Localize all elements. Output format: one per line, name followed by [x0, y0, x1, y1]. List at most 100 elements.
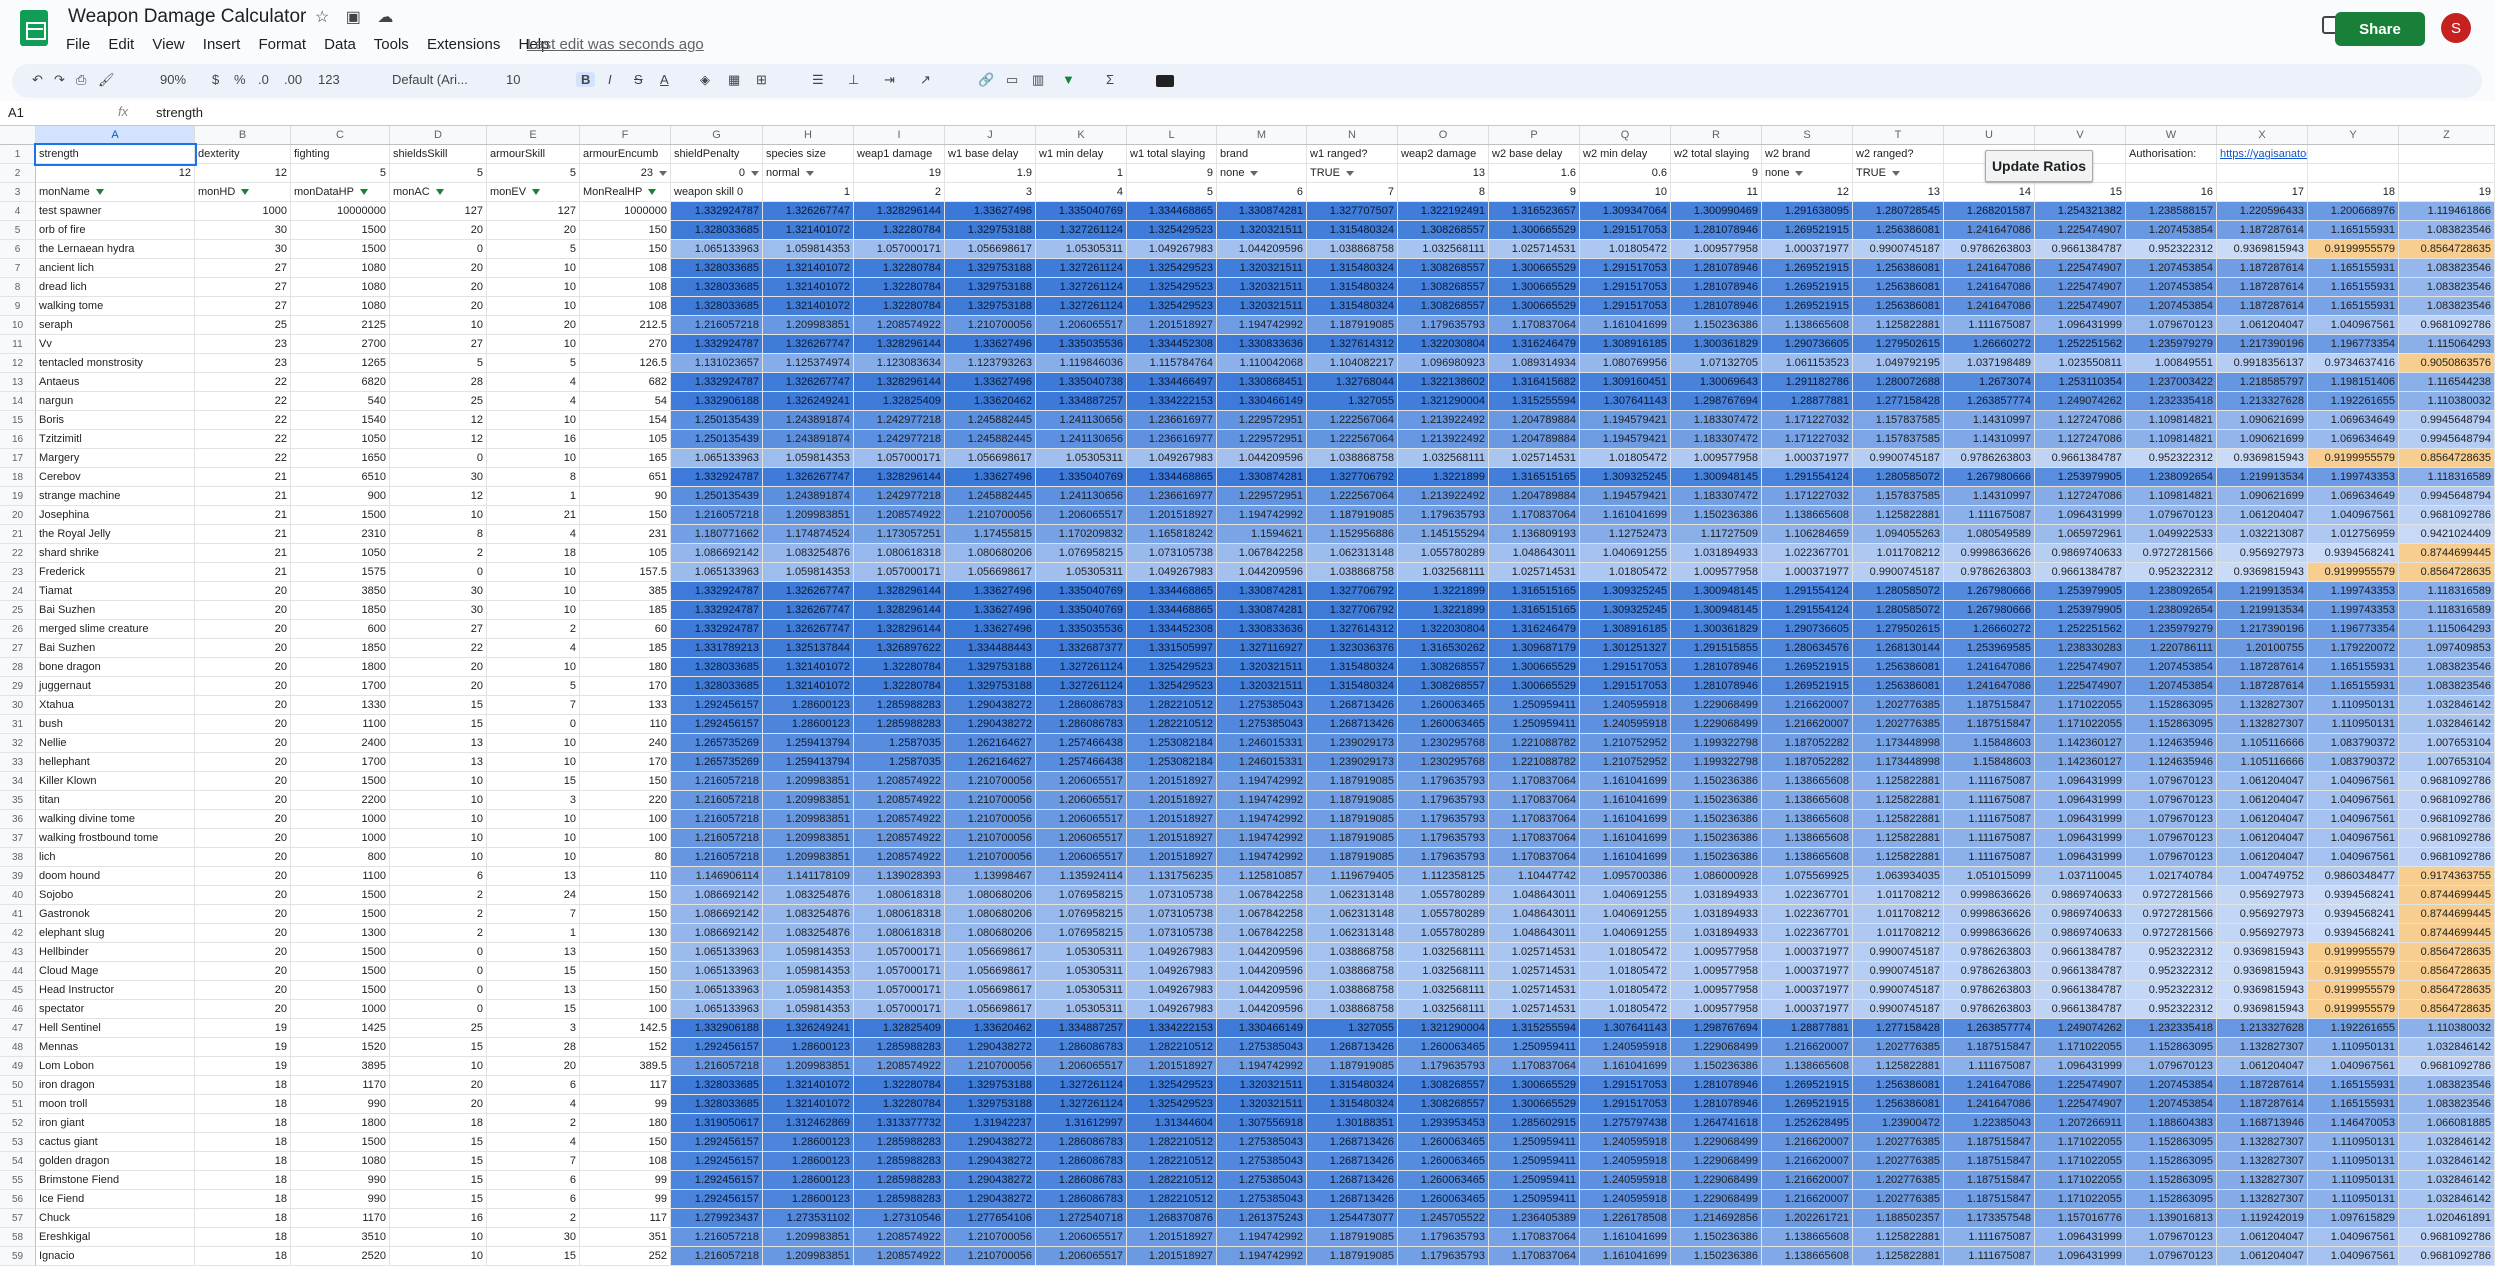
monster-ac-cell[interactable]: 0 [390, 981, 487, 1000]
ratio-cell[interactable]: 1.161041699 [1580, 506, 1671, 525]
monster-hd-cell[interactable]: 20 [195, 677, 291, 696]
ratio-cell[interactable]: 1.232335418 [2126, 392, 2217, 411]
monster-hd-cell[interactable]: 18 [195, 1228, 291, 1247]
monster-name-cell[interactable]: shard shrike [36, 544, 195, 563]
ratio-cell[interactable]: 1.322138602 [1398, 373, 1489, 392]
ratio-cell[interactable]: 1.187919085 [1307, 848, 1398, 867]
ratio-cell[interactable]: 1.268713426 [1307, 1133, 1398, 1152]
monster-name-cell[interactable]: Cerebov [36, 468, 195, 487]
filter-icon[interactable] [435, 189, 444, 196]
select-all-corner[interactable] [0, 126, 36, 144]
ratio-cell[interactable]: 1.325429523 [1127, 677, 1217, 696]
ratio-cell[interactable]: 1.316246479 [1489, 620, 1580, 639]
ratio-cell[interactable]: 1.083823546 [2399, 677, 2495, 696]
ratio-cell[interactable]: 1.219913534 [2217, 468, 2308, 487]
monster-ac-cell[interactable]: 10 [390, 1247, 487, 1266]
ratio-cell[interactable]: 1.329753188 [945, 658, 1036, 677]
ratio-cell[interactable]: 1.038868758 [1307, 981, 1398, 1000]
ratio-cell[interactable]: 1.061204047 [2217, 848, 2308, 867]
ratio-cell[interactable]: 1.315480324 [1307, 658, 1398, 677]
ratio-cell[interactable]: 1.125810857 [1217, 867, 1307, 886]
param-cell[interactable]: 23 [580, 164, 671, 183]
ratio-cell[interactable]: 1.207453854 [2126, 677, 2217, 696]
monster-name-cell[interactable]: Vv [36, 335, 195, 354]
ratio-cell[interactable]: 1.079670123 [2126, 1057, 2217, 1076]
monster-hd-cell[interactable]: 18 [195, 1190, 291, 1209]
increase-decimal-button[interactable]: .00 [284, 72, 302, 87]
ratio-cell[interactable]: 1.292456157 [671, 1171, 763, 1190]
ratio-cell[interactable]: 1.161041699 [1580, 1228, 1671, 1247]
borders-icon[interactable]: ▦ [728, 72, 740, 88]
ratio-cell[interactable]: 1.080680206 [945, 886, 1036, 905]
ratio-cell[interactable]: 1.280634576 [1762, 639, 1853, 658]
ratio-cell[interactable]: 1.165155931 [2308, 658, 2399, 677]
row-header[interactable]: 6 [0, 240, 36, 259]
monster-hd-cell[interactable]: 20 [195, 905, 291, 924]
ratio-cell[interactable]: 1.174874524 [763, 525, 854, 544]
ratio-cell[interactable]: 1.309325245 [1580, 582, 1671, 601]
ratio-cell[interactable]: 0.9681092786 [2399, 772, 2495, 791]
param-cell[interactable]: none [1217, 164, 1307, 183]
ratio-cell[interactable]: 1.000371977 [1762, 962, 1853, 981]
ratio-cell[interactable]: 1.165818242 [1127, 525, 1217, 544]
ratio-cell[interactable]: 1.328296144 [854, 620, 945, 639]
monster-name-cell[interactable]: seraph [36, 316, 195, 335]
monster-ac-cell[interactable]: 20 [390, 221, 487, 240]
param-cell[interactable]: 0 [671, 164, 763, 183]
ratio-cell[interactable]: 1.049792195 [1853, 354, 1944, 373]
ratio-cell[interactable]: 1.076958215 [1036, 886, 1127, 905]
ratio-cell[interactable]: 1.040967561 [2308, 506, 2399, 525]
monster-real-hp-cell[interactable]: 108 [580, 259, 671, 278]
monster-hp-cell[interactable]: 1265 [291, 354, 390, 373]
monster-real-hp-cell[interactable]: 212.5 [580, 316, 671, 335]
filter-icon[interactable] [359, 189, 368, 196]
ratio-cell[interactable]: 1.096431999 [2035, 316, 2126, 335]
ratio-cell[interactable]: 0.9369815943 [2217, 240, 2308, 259]
ratio-cell[interactable]: 1.217390196 [2217, 620, 2308, 639]
ratio-cell[interactable]: 1.032846142 [2399, 1133, 2495, 1152]
ratio-cell[interactable]: 1.183307472 [1671, 430, 1762, 449]
ratio-cell[interactable]: 1.1594621 [1217, 525, 1307, 544]
monster-hd-cell[interactable]: 21 [195, 506, 291, 525]
ratio-cell[interactable]: 1.090621699 [2217, 487, 2308, 506]
ratio-cell[interactable]: 1.202261721 [1762, 1209, 1853, 1228]
ratio-cell[interactable]: 1.250959411 [1489, 1190, 1580, 1209]
ratio-cell[interactable]: 1.30188351 [1307, 1114, 1398, 1133]
ratio-cell[interactable]: 0.956927973 [2217, 544, 2308, 563]
monster-ev-cell[interactable]: 20 [487, 221, 580, 240]
ratio-cell[interactable]: 1.253969585 [1944, 639, 2035, 658]
ratio-cell[interactable]: 0.9900745187 [1853, 563, 1944, 582]
ratio-cell[interactable]: 1.250135439 [671, 411, 763, 430]
monster-hp-cell[interactable]: 1500 [291, 981, 390, 1000]
monster-ev-cell[interactable]: 2 [487, 1209, 580, 1228]
ratio-cell[interactable]: 1.065133963 [671, 1000, 763, 1019]
ratio-cell[interactable]: 1.040967561 [2308, 772, 2399, 791]
ratio-cell[interactable]: 1.226178508 [1580, 1209, 1671, 1228]
row-header[interactable]: 31 [0, 715, 36, 734]
ratio-cell[interactable]: 1.131023657 [671, 354, 763, 373]
monster-name-cell[interactable]: tentacled monstrosity [36, 354, 195, 373]
ratio-cell[interactable]: 1.326267747 [763, 601, 854, 620]
monster-name-cell[interactable]: bone dragon [36, 658, 195, 677]
monster-ev-cell[interactable]: 6 [487, 1076, 580, 1095]
ratio-cell[interactable]: 1.300361829 [1671, 335, 1762, 354]
monster-name-cell[interactable]: Cloud Mage [36, 962, 195, 981]
ratio-cell[interactable]: 1.096980923 [1398, 354, 1489, 373]
column-label-cell[interactable]: 18 [2308, 183, 2399, 202]
monster-ev-cell[interactable]: 10 [487, 810, 580, 829]
ratio-cell[interactable]: 1.020461891 [2399, 1209, 2495, 1228]
ratio-cell[interactable]: 1.241647086 [1944, 1095, 2035, 1114]
ratio-cell[interactable]: 1.062313148 [1307, 905, 1398, 924]
ratio-cell[interactable]: 1.315480324 [1307, 221, 1398, 240]
ratio-cell[interactable]: 1.256386081 [1853, 658, 1944, 677]
monster-ac-cell[interactable]: 10 [390, 1057, 487, 1076]
monster-name-cell[interactable]: Brimstone Fiend [36, 1171, 195, 1190]
ratio-cell[interactable]: 1.335040769 [1036, 202, 1127, 221]
header-cell[interactable]: armourSkill [487, 145, 580, 164]
ratio-cell[interactable]: 0.9369815943 [2217, 1000, 2308, 1019]
monster-ac-cell[interactable]: 30 [390, 582, 487, 601]
ratio-cell[interactable]: 1.05305311 [1036, 449, 1127, 468]
param-cell[interactable]: 0.6 [1580, 164, 1671, 183]
monster-hd-cell[interactable]: 18 [195, 1076, 291, 1095]
ratio-cell[interactable]: 1.216620007 [1762, 1171, 1853, 1190]
